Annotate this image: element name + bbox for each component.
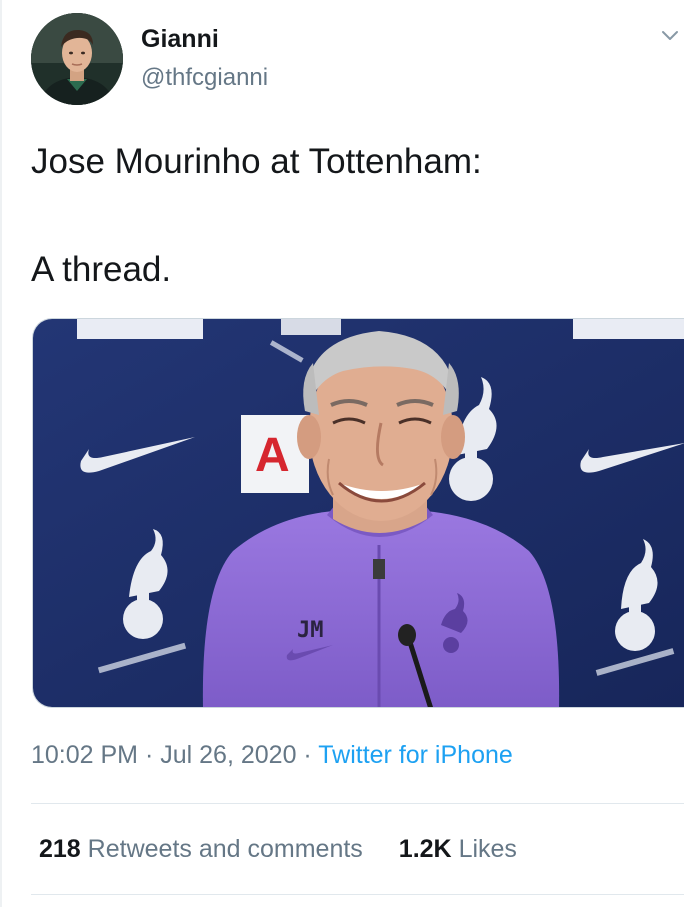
engagement-stats: 218 Retweets and comments 1.2K Likes	[39, 832, 517, 866]
likes-count: 1.2K	[398, 835, 452, 863]
author-handle[interactable]: @thfcgianni	[141, 63, 268, 93]
tweet-text-line: A thread.	[31, 250, 172, 289]
tweet-meta: 10:02 PM · Jul 26, 2020 · Twitter for iP…	[31, 739, 513, 771]
chevron-down-icon[interactable]	[659, 24, 681, 46]
meta-separator: ·	[144, 741, 154, 769]
photo-illustration: A JM	[33, 319, 684, 707]
retweets-label: Retweets and comments	[87, 835, 363, 863]
likes-stat[interactable]: 1.2K Likes	[399, 835, 517, 863]
tweet-source-link[interactable]: Twitter for iPhone	[318, 741, 513, 769]
jersey-initials: JM	[297, 618, 324, 643]
likes-label: Likes	[458, 835, 517, 863]
tweet-date[interactable]: Jul 26, 2020	[160, 741, 296, 769]
tweet-card: Gianni @thfcgianni Jose Mourinho at Tott…	[0, 0, 684, 907]
author-name[interactable]: Gianni	[141, 24, 268, 54]
tweet-text-line: Jose Mourinho at Tottenham:	[31, 142, 482, 181]
tweet-time[interactable]: 10:02 PM	[31, 741, 138, 769]
retweets-count: 218	[39, 835, 81, 863]
divider	[31, 803, 684, 804]
sponsor-text: A	[255, 429, 290, 482]
meta-separator: ·	[303, 741, 312, 769]
avatar[interactable]	[31, 13, 123, 105]
tweet-media-photo[interactable]: A JM	[32, 318, 684, 708]
divider	[31, 894, 684, 895]
retweets-stat[interactable]: 218 Retweets and comments	[39, 835, 363, 863]
author-block[interactable]: Gianni @thfcgianni	[141, 24, 268, 93]
left-border	[0, 0, 2, 907]
